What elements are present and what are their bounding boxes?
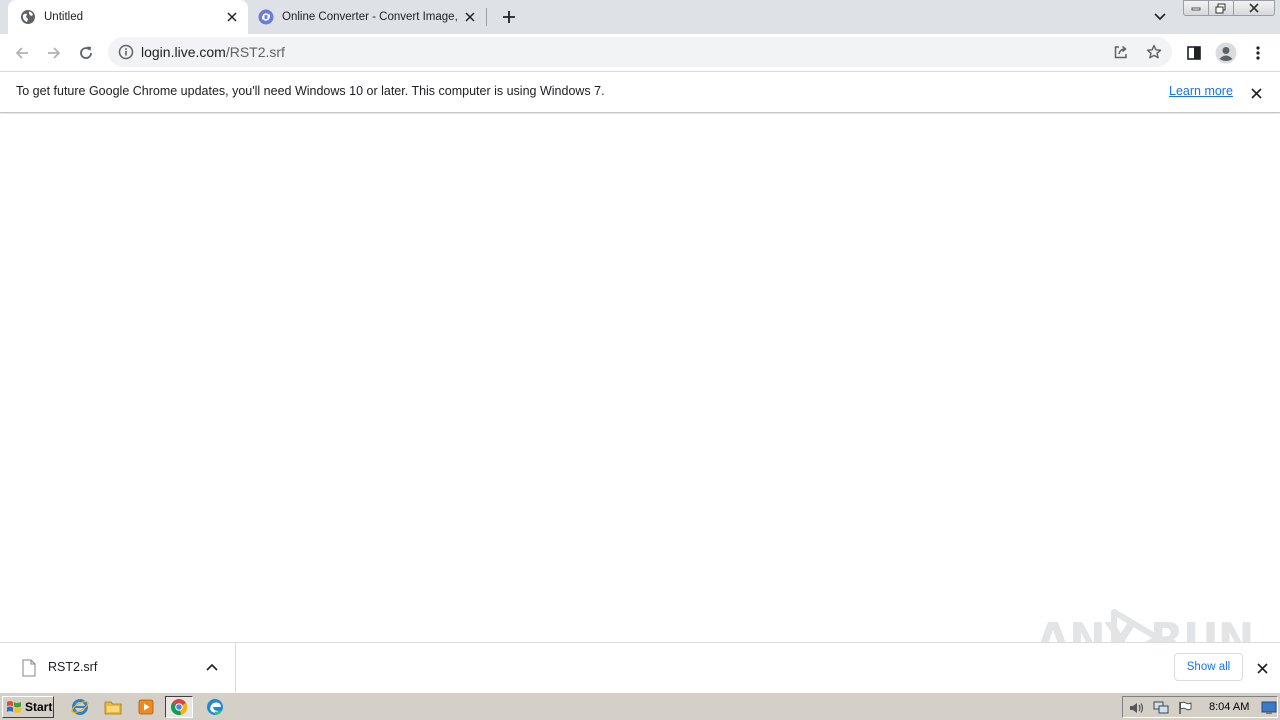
- edge-icon: [207, 699, 223, 715]
- chevron-down-icon: [1154, 13, 1166, 21]
- download-shelf: RST2.srf Show all: [0, 642, 1280, 692]
- back-arrow-icon: [15, 47, 28, 59]
- close-tab-icon[interactable]: [224, 9, 240, 25]
- menu-button[interactable]: [1245, 40, 1271, 66]
- side-panel-icon: [1187, 46, 1201, 60]
- window-restore-button[interactable]: [1208, 0, 1234, 16]
- converter-icon: [258, 9, 274, 25]
- close-icon: [1256, 662, 1268, 674]
- url-host: login.live.com: [141, 44, 226, 60]
- tab-separator: [486, 8, 487, 26]
- forward-button[interactable]: [41, 40, 67, 66]
- internet-explorer-icon: [71, 699, 89, 715]
- profile-icon: [1215, 42, 1237, 64]
- infobar-message: To get future Google Chrome updates, you…: [16, 84, 605, 98]
- close-icon: [1250, 87, 1262, 99]
- tab-strip: Untitled Online Converter - Convert Imag…: [0, 0, 1280, 34]
- forward-arrow-icon: [48, 47, 61, 59]
- file-icon: [22, 659, 36, 677]
- reload-icon: [80, 46, 92, 59]
- show-all-button[interactable]: Show all: [1174, 653, 1243, 681]
- back-button[interactable]: [9, 40, 35, 66]
- kebab-menu-icon: [1256, 46, 1260, 60]
- taskbar-explorer[interactable]: [99, 696, 127, 718]
- download-file-name: RST2.srf: [48, 660, 98, 674]
- infobar-close-button[interactable]: [1247, 84, 1265, 102]
- action-center-flag-icon[interactable]: [1177, 700, 1193, 716]
- profile-button[interactable]: [1213, 40, 1239, 66]
- volume-icon[interactable]: [1129, 700, 1145, 716]
- tab-online-converter[interactable]: Online Converter - Convert Image, Video,…: [250, 0, 486, 34]
- url-text[interactable]: login.live.com/RST2.srf: [141, 44, 285, 60]
- taskbar-media-player[interactable]: [132, 696, 160, 718]
- download-options-button[interactable]: [204, 659, 220, 675]
- tab-untitled[interactable]: Untitled: [8, 0, 248, 34]
- chevron-up-icon: [206, 663, 218, 671]
- close-icon: [1249, 3, 1259, 13]
- url-path: /RST2.srf: [225, 44, 285, 60]
- tab-title: Untitled: [44, 11, 83, 23]
- plus-icon: [503, 11, 515, 23]
- learn-more-link[interactable]: Learn more: [1169, 84, 1233, 98]
- new-tab-button[interactable]: [498, 7, 520, 27]
- start-button[interactable]: Start: [2, 696, 54, 718]
- chrome-icon: [170, 699, 188, 715]
- windows-taskbar: Start 8:04 AM: [0, 692, 1280, 720]
- windows-logo-icon: [7, 701, 21, 713]
- info-icon[interactable]: [118, 44, 134, 60]
- taskbar-clock[interactable]: 8:04 AM: [1209, 701, 1249, 713]
- tab-title: Online Converter - Convert Image, Video,…: [282, 11, 458, 23]
- download-item[interactable]: RST2.srf: [0, 643, 236, 692]
- media-player-icon: [138, 699, 154, 715]
- window-minimize-button[interactable]: [1183, 0, 1209, 16]
- taskbar-chrome[interactable]: [165, 696, 193, 718]
- share-icon[interactable]: [1113, 44, 1129, 60]
- window-close-button[interactable]: [1233, 0, 1275, 16]
- address-bar[interactable]: login.live.com/RST2.srf: [108, 37, 1172, 67]
- show-desktop-icon[interactable]: [1261, 700, 1277, 716]
- restore-icon: [1215, 3, 1226, 13]
- system-tray: 8:04 AM: [1122, 696, 1278, 718]
- minimize-icon: [1191, 7, 1201, 11]
- close-tab-icon[interactable]: [462, 9, 478, 25]
- star-icon[interactable]: [1146, 44, 1162, 60]
- taskbar-internet-explorer[interactable]: [66, 696, 94, 718]
- browser-toolbar: login.live.com/RST2.srf: [0, 34, 1280, 71]
- page-content: [0, 114, 1280, 642]
- side-panel-button[interactable]: [1181, 40, 1207, 66]
- taskbar-edge[interactable]: [201, 696, 229, 718]
- tab-search-button[interactable]: [1150, 8, 1170, 26]
- reload-button[interactable]: [73, 40, 99, 66]
- shelf-close-button[interactable]: [1253, 659, 1271, 677]
- update-infobar: To get future Google Chrome updates, you…: [0, 71, 1280, 113]
- folder-icon: [104, 701, 122, 715]
- network-icon[interactable]: [1153, 700, 1169, 716]
- globe-icon: [21, 10, 35, 24]
- start-label: Start: [25, 700, 53, 714]
